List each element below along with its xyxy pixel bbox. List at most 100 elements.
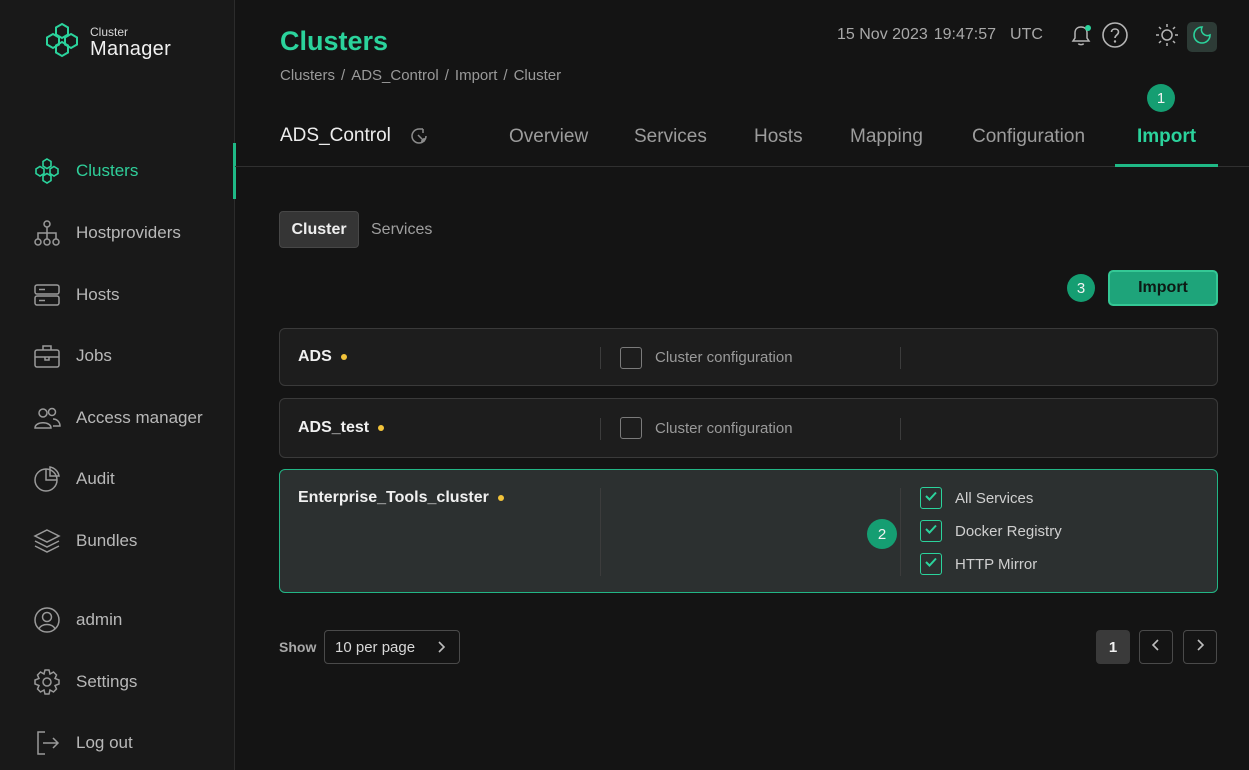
row-name-text: ADS [298, 348, 332, 365]
sidebar-item-label: Hostproviders [76, 223, 181, 242]
breadcrumb-item[interactable]: Import [455, 67, 498, 84]
clusters-icon [32, 156, 62, 186]
http-mirror-checkbox[interactable] [920, 553, 942, 575]
row-cluster-name: ADS [298, 348, 347, 366]
check-icon [924, 522, 938, 541]
prev-page-button[interactable] [1139, 630, 1173, 664]
column-divider [900, 347, 901, 369]
user-icon [32, 605, 62, 635]
cluster-configuration-checkbox[interactable] [620, 417, 642, 439]
status-dot [340, 354, 347, 360]
help-button[interactable] [1100, 21, 1130, 54]
next-page-button[interactable] [1183, 630, 1217, 664]
sidebar-item-access-manager[interactable]: Access manager [0, 390, 235, 446]
gear-icon [32, 667, 62, 697]
checkbox-label: HTTP Mirror [955, 556, 1038, 573]
server-datetime: 15 Nov 2023 19:47:57 UTC [837, 26, 1043, 44]
link-refresh-icon[interactable] [409, 126, 429, 146]
sidebar-item-audit[interactable]: Audit [0, 451, 235, 507]
page-title: Clusters [280, 26, 389, 56]
logo-small-text: Cluster [90, 25, 129, 39]
show-label: Show [279, 639, 317, 655]
sidebar-item-label: Log out [76, 733, 133, 752]
audit-icon [32, 464, 62, 494]
sidebar-item-label: Settings [76, 672, 138, 691]
hosts-icon [32, 280, 62, 310]
status-dot [497, 495, 504, 501]
import-button[interactable]: Import [1108, 270, 1218, 306]
checkbox-label: Cluster configuration [655, 349, 793, 366]
chevron-right-icon [1192, 637, 1208, 658]
sidebar-item-jobs[interactable]: Jobs [0, 328, 235, 384]
column-divider [900, 418, 901, 440]
help-icon [1101, 21, 1129, 54]
per-page-value: 10 per page [335, 638, 416, 656]
logo-big-text: Manager [90, 38, 172, 60]
cluster-configuration-checkbox[interactable] [620, 347, 642, 369]
breadcrumb-item[interactable]: Clusters [280, 67, 335, 84]
sidebar-item-logout[interactable]: Log out [0, 715, 235, 770]
checkbox-label: All Services [955, 490, 1034, 507]
notifications-button[interactable] [1066, 22, 1096, 52]
per-page-select[interactable]: 10 per page [324, 630, 460, 664]
bundles-icon [32, 526, 62, 556]
breadcrumb-separator: / [341, 67, 346, 84]
all-services-checkbox[interactable] [920, 487, 942, 509]
breadcrumb-item[interactable]: ADS_Control [351, 67, 439, 84]
access-manager-icon [32, 403, 62, 433]
sidebar-item-hostproviders[interactable]: Hostproviders [0, 205, 235, 261]
checkbox-label: Cluster configuration [655, 420, 793, 437]
chevron-right-icon [433, 639, 449, 659]
check-icon [924, 489, 938, 508]
sidebar-item-hosts[interactable]: Hosts [0, 267, 235, 323]
breadcrumb-item-current: Cluster [513, 67, 562, 84]
sidebar-item-label: Audit [76, 469, 115, 488]
sun-icon [1154, 22, 1180, 53]
breadcrumb-separator: / [444, 67, 449, 84]
page-number-button[interactable]: 1 [1096, 630, 1130, 664]
status-dot [378, 425, 385, 431]
moon-icon [1192, 25, 1212, 50]
logout-icon [32, 728, 62, 758]
cluster-name-text: ADS_Control [280, 125, 391, 146]
sidebar-item-settings[interactable]: Settings [0, 654, 235, 710]
cluster-name: ADS_Control [280, 125, 429, 147]
check-icon [924, 555, 938, 574]
sidebar-item-clusters[interactable]: Clusters [0, 143, 236, 199]
row-name-text: ADS_test [298, 419, 370, 436]
step-badge-2: 2 [867, 519, 897, 549]
import-row-enterprise-tools-cluster: Enterprise_Tools_cluster All Services Do… [279, 469, 1218, 593]
sidebar-item-label: Bundles [76, 531, 138, 550]
import-row-ads-test: ADS_test Cluster configuration [279, 398, 1218, 458]
tabs-divider [235, 166, 1249, 167]
jobs-icon [32, 341, 62, 371]
tab-configuration[interactable]: Configuration [972, 126, 1085, 148]
sidebar-item-label: Access manager [76, 408, 203, 427]
tab-overview[interactable]: Overview [509, 126, 588, 148]
column-divider [900, 488, 901, 576]
docker-registry-checkbox[interactable] [920, 520, 942, 542]
import-row-ads: ADS Cluster configuration [279, 328, 1218, 386]
subtab-cluster[interactable]: Cluster [279, 211, 359, 248]
date-text: 15 Nov 2023 [837, 26, 928, 43]
tab-mapping[interactable]: Mapping [850, 126, 923, 148]
sidebar-item-admin[interactable]: admin [0, 592, 235, 648]
subtab-services[interactable]: Services [371, 211, 432, 248]
sidebar-item-label: Jobs [76, 346, 112, 365]
sidebar-item-label: Clusters [76, 161, 139, 180]
column-divider [600, 418, 601, 440]
breadcrumb: Clusters / ADS_Control / Import / Cluste… [280, 67, 561, 84]
sidebar-item-bundles[interactable]: Bundles [0, 513, 235, 569]
light-theme-button[interactable] [1152, 22, 1182, 52]
hostproviders-icon [32, 218, 62, 248]
tab-hosts[interactable]: Hosts [754, 126, 803, 148]
logo-hexagons-icon [44, 22, 80, 63]
step-badge-3: 3 [1067, 274, 1095, 302]
breadcrumb-separator: / [503, 67, 508, 84]
dark-theme-button[interactable] [1187, 22, 1217, 52]
app-logo[interactable]: Cluster Manager [44, 22, 171, 63]
tab-services[interactable]: Services [634, 126, 707, 148]
tab-import[interactable]: Import [1137, 126, 1196, 148]
checkbox-label: Docker Registry [955, 523, 1062, 540]
chevron-left-icon [1148, 637, 1164, 658]
